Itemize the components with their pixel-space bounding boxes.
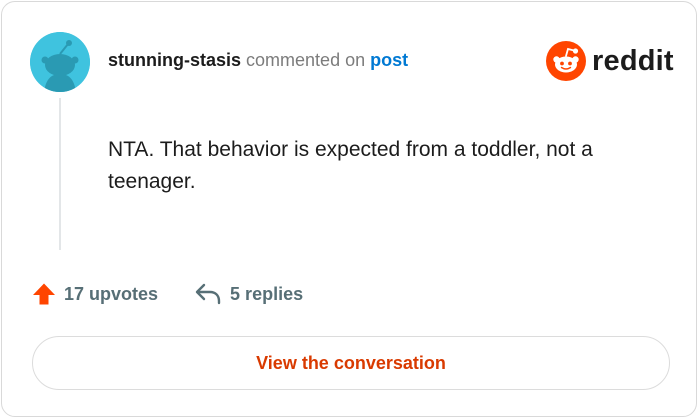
reply-arrow-icon [195, 283, 221, 305]
post-link[interactable]: post [370, 50, 408, 70]
snoo-avatar-icon [30, 32, 90, 92]
commented-on-text: commented on [246, 50, 366, 70]
upvote-arrow-icon [33, 283, 55, 305]
reddit-wordmark: reddit [592, 45, 674, 77]
reply-count: 5 replies [230, 283, 304, 304]
upvote-button[interactable]: 17 upvotes [32, 282, 158, 306]
username-link[interactable]: stunning-stasis [108, 50, 241, 70]
upvote-count: 17 upvotes [64, 283, 159, 304]
reddit-snoo-icon [546, 41, 586, 81]
comment-actions: 17 upvotes 5 replies [32, 280, 303, 308]
comment-body: NTA. That behavior is expected from a to… [108, 138, 593, 193]
comment-embed-card: stunning-stasis commented on post reddit… [1, 1, 697, 417]
user-avatar[interactable] [30, 32, 90, 92]
reddit-logo[interactable]: reddit [546, 40, 674, 82]
view-conversation-button[interactable]: View the conversation [32, 336, 670, 390]
comment-header: stunning-stasis commented on post [108, 49, 408, 71]
replies-button[interactable]: 5 replies [194, 282, 303, 306]
thread-line [59, 98, 61, 250]
